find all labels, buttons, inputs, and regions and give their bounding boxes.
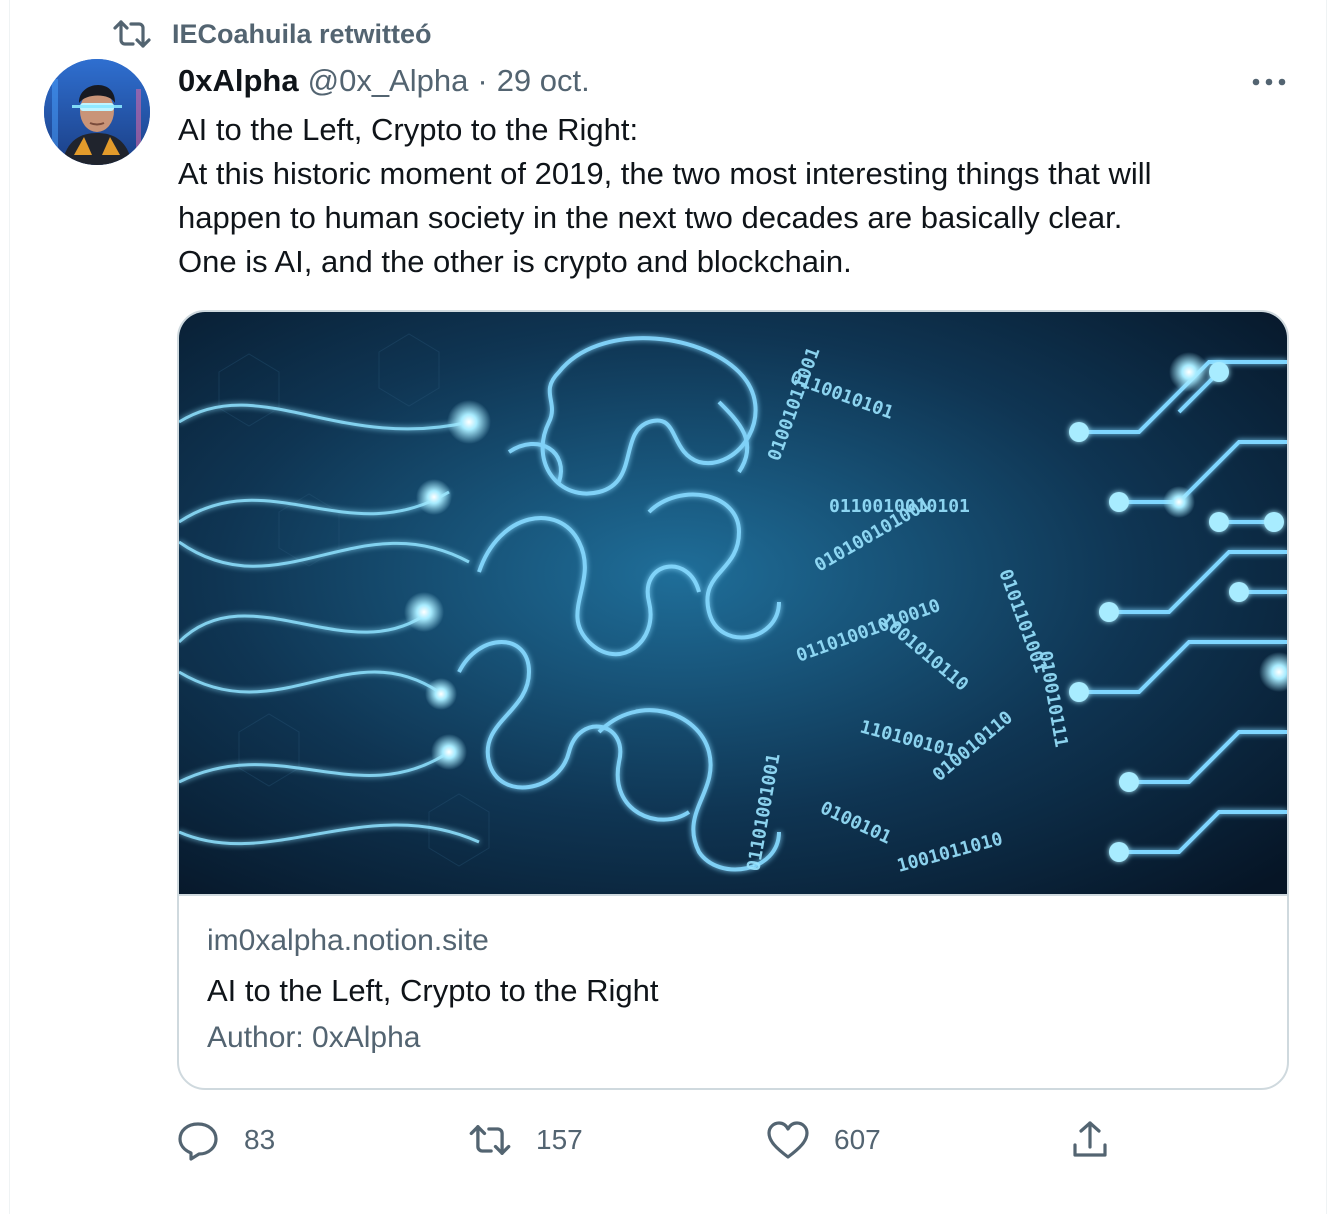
card-image: 0110010101 01001011001 0110010010101 010… xyxy=(179,312,1287,894)
tweet-text: AI to the Left, Crypto to the Right: At … xyxy=(178,108,1298,284)
tweet-text-line: At this historic moment of 2019, the two… xyxy=(178,156,1152,191)
reply-count: 83 xyxy=(244,1124,276,1155)
tweet-date[interactable]: 29 oct. xyxy=(497,63,590,99)
card-description: Author: 0xAlpha xyxy=(207,1021,421,1054)
timeline-border-left xyxy=(9,0,10,1214)
more-button[interactable] xyxy=(1244,62,1294,102)
card-divider xyxy=(179,894,1287,896)
tweet-actions: 83 157 607 xyxy=(176,1115,1136,1165)
like-button[interactable]: 607 xyxy=(766,1115,881,1165)
tweet-text-line: One is AI, and the other is crypto and b… xyxy=(178,244,852,279)
heart-icon xyxy=(767,1121,809,1159)
card-domain: im0xalpha.notion.site xyxy=(207,924,489,957)
card-title: AI to the Left, Crypto to the Right xyxy=(207,973,659,1008)
tweet-text-line: happen to human society in the next two … xyxy=(178,200,1123,235)
share-icon xyxy=(1073,1121,1107,1157)
avatar[interactable] xyxy=(44,59,150,165)
header-separator: · xyxy=(477,63,488,98)
retweet-label: IECoahuila retwitteó xyxy=(172,18,432,49)
reply-button[interactable]: 83 xyxy=(176,1115,275,1165)
display-name[interactable]: 0xAlpha xyxy=(178,63,299,99)
retweet-icon xyxy=(469,1125,511,1155)
user-handle[interactable]: @0x_Alpha xyxy=(308,63,469,99)
like-count: 607 xyxy=(834,1124,881,1155)
tweet-header: 0xAlpha @0x_Alpha · 29 oct. xyxy=(178,58,590,104)
share-button[interactable] xyxy=(1070,1115,1110,1165)
retweet-indicator[interactable]: IECoahuila retwitteó xyxy=(112,14,432,54)
more-icon xyxy=(1252,78,1286,86)
retweet-icon xyxy=(113,20,151,48)
avatar-image xyxy=(44,59,150,165)
reply-icon xyxy=(178,1122,218,1161)
retweet-count: 157 xyxy=(536,1124,583,1155)
timeline-border-right xyxy=(1326,0,1327,1214)
retweet-button[interactable]: 157 xyxy=(468,1115,583,1165)
link-card[interactable]: 0110010101 01001011001 0110010010101 010… xyxy=(177,310,1289,1090)
tweet-text-line: AI to the Left, Crypto to the Right: xyxy=(178,112,639,147)
